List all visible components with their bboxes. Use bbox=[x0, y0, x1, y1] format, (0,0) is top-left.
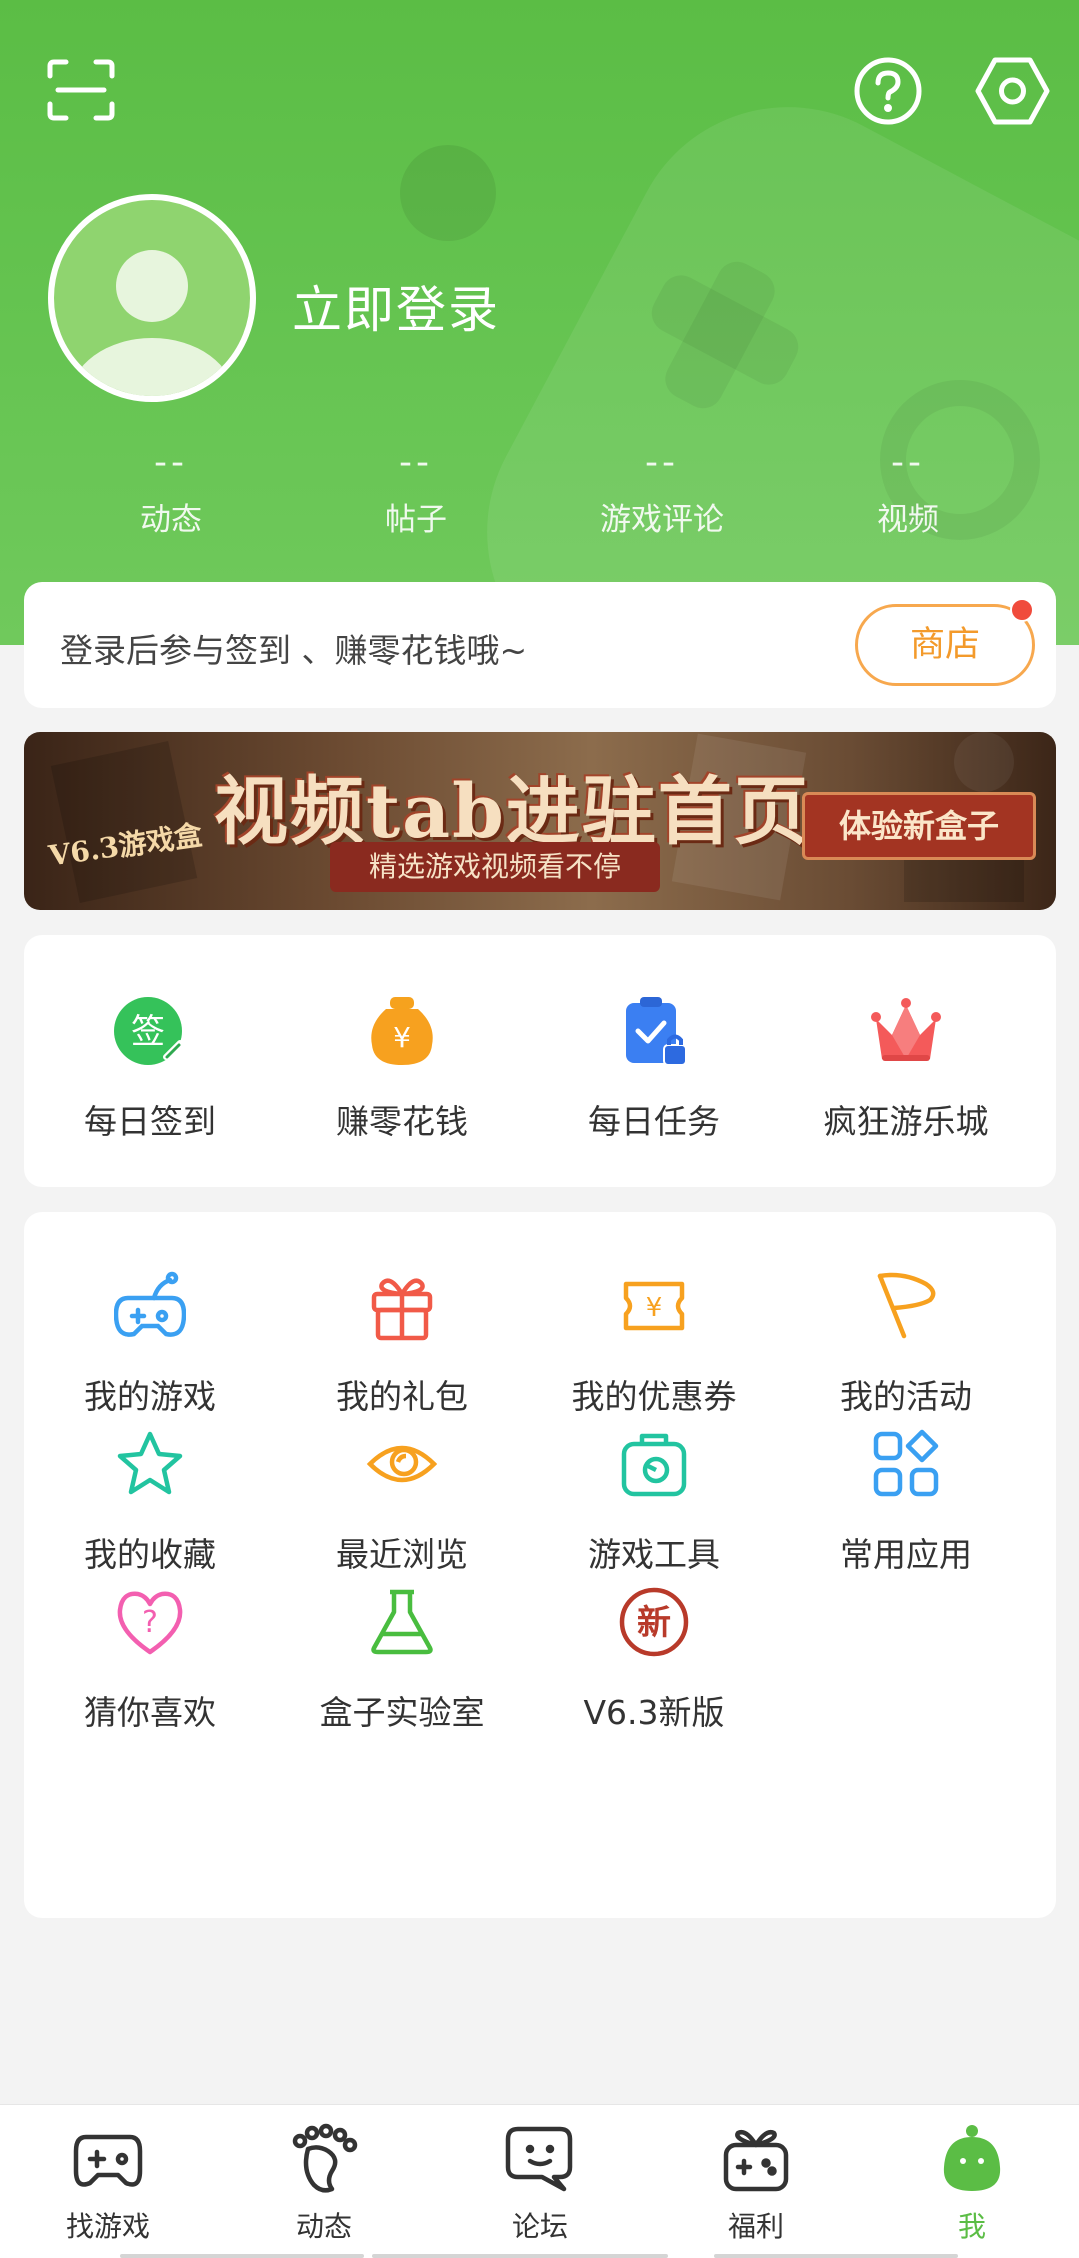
tab-activity[interactable]: 动态 bbox=[216, 2123, 432, 2245]
tab-label: 我 bbox=[957, 2210, 986, 2243]
tab-label: 福利 bbox=[727, 2210, 784, 2243]
heart-question-icon: ? bbox=[117, 1591, 183, 1655]
gamepad-icon bbox=[113, 1271, 187, 1337]
tab-welfare[interactable]: 福利 bbox=[648, 2123, 864, 2245]
menu-label: 我的活动 bbox=[840, 1377, 972, 1416]
stat-value: -- bbox=[891, 442, 925, 483]
gift-gamepad-icon bbox=[723, 2130, 789, 2192]
stat-label: 动态 bbox=[140, 502, 202, 538]
star-icon bbox=[117, 1431, 183, 1495]
new-version-icon: 新 bbox=[619, 1587, 689, 1657]
help-icon[interactable] bbox=[853, 56, 923, 126]
banner-subtitle: 精选游戏视频看不停 bbox=[330, 842, 660, 892]
tab-find-games[interactable]: 找游戏 bbox=[0, 2123, 216, 2245]
header-decoration-ball bbox=[400, 145, 496, 241]
notification-dot bbox=[1010, 598, 1034, 622]
tab-underline bbox=[120, 2254, 364, 2258]
avatar[interactable] bbox=[48, 194, 256, 402]
tab-label: 论坛 bbox=[511, 2210, 568, 2243]
promo-text: 登录后参与签到 、赚零花钱哦~ bbox=[60, 631, 528, 670]
stat-label: 视频 bbox=[877, 502, 939, 538]
apps-grid-icon bbox=[873, 1429, 939, 1497]
menu-my-games[interactable]: 我的游戏 bbox=[24, 1270, 276, 1418]
tab-me[interactable]: 我 bbox=[864, 2123, 1079, 2245]
sign-in-promo-card[interactable]: 登录后参与签到 、赚零花钱哦~ 商店 bbox=[24, 582, 1056, 708]
menu-label: 我的游戏 bbox=[84, 1377, 216, 1416]
quick-action-label: 疯狂游乐城 bbox=[823, 1102, 989, 1141]
svg-text:新: 新 bbox=[637, 1603, 671, 1643]
quick-actions-card: 签 每日签到 ¥ 赚零花钱 每日任务 疯狂游乐城 bbox=[24, 935, 1056, 1187]
scan-icon[interactable] bbox=[46, 58, 116, 122]
quick-action-daily-tasks[interactable]: 每日任务 bbox=[528, 995, 780, 1143]
chat-bubble-icon bbox=[505, 2126, 573, 2192]
tab-underline bbox=[714, 2254, 958, 2258]
menu-my-gifts[interactable]: 我的礼包 bbox=[276, 1270, 528, 1418]
tab-label: 找游戏 bbox=[65, 2210, 150, 2243]
login-button[interactable]: 立即登录 bbox=[292, 270, 500, 342]
menu-box-lab[interactable]: 盒子实验室 bbox=[276, 1586, 528, 1734]
banner-cta-button[interactable]: 体验新盒子 bbox=[802, 792, 1036, 860]
menu-recent-views[interactable]: 最近浏览 bbox=[276, 1428, 528, 1576]
promo-banner[interactable]: V6.3游戏盒 视频tab进驻首页 精选游戏视频看不停 体验新盒子 bbox=[24, 732, 1056, 910]
my-features-card: 我的游戏 我的礼包 ¥ 我的优惠券 我的活动 我的收藏 最近浏览 游戏工具 常用… bbox=[24, 1212, 1056, 1918]
sign-in-icon: 签 bbox=[114, 997, 183, 1065]
menu-my-favorites[interactable]: 我的收藏 bbox=[24, 1428, 276, 1576]
menu-label: 猜你喜欢 bbox=[84, 1693, 216, 1732]
svg-text:签: 签 bbox=[131, 1012, 165, 1052]
money-bag-icon: ¥ bbox=[371, 997, 433, 1065]
settings-icon[interactable] bbox=[975, 56, 1050, 126]
task-clipboard-icon bbox=[626, 997, 687, 1066]
tab-label: 动态 bbox=[295, 2210, 352, 2243]
stat-label: 游戏评论 bbox=[600, 502, 724, 538]
stat-posts-activity[interactable]: -- 动态 bbox=[71, 440, 271, 539]
profile-icon bbox=[943, 2125, 1001, 2191]
menu-label: 我的礼包 bbox=[336, 1377, 468, 1416]
stat-value: -- bbox=[645, 442, 679, 483]
crown-icon bbox=[871, 998, 941, 1061]
profile-header: 立即登录 -- 动态 -- 帖子 -- 游戏评论 -- 视频 bbox=[0, 0, 1079, 645]
menu-label: 我的收藏 bbox=[84, 1535, 216, 1574]
gift-icon bbox=[371, 1278, 433, 1341]
stat-value: -- bbox=[399, 442, 433, 483]
menu-label: 游戏工具 bbox=[588, 1535, 720, 1574]
eye-icon bbox=[366, 1445, 438, 1483]
profile-stats: -- 动态 -- 帖子 -- 游戏评论 -- 视频 bbox=[0, 440, 1079, 550]
footprint-icon bbox=[292, 2123, 358, 2193]
quick-action-label: 每日任务 bbox=[588, 1102, 720, 1141]
tab-forum[interactable]: 论坛 bbox=[432, 2123, 648, 2245]
menu-guess-you-like[interactable]: ? 猜你喜欢 bbox=[24, 1586, 276, 1734]
menu-label: 最近浏览 bbox=[336, 1535, 468, 1574]
menu-game-tools[interactable]: 游戏工具 bbox=[528, 1428, 780, 1576]
shop-button[interactable]: 商店 bbox=[855, 604, 1035, 686]
svg-text:¥: ¥ bbox=[646, 1293, 663, 1323]
flask-icon bbox=[371, 1589, 433, 1655]
quick-action-label: 赚零花钱 bbox=[336, 1102, 468, 1141]
svg-text:?: ? bbox=[142, 1605, 158, 1640]
menu-common-apps[interactable]: 常用应用 bbox=[780, 1428, 1032, 1576]
menu-new-version[interactable]: 新 V6.3新版 bbox=[528, 1586, 780, 1734]
tab-underline bbox=[372, 2254, 668, 2258]
menu-my-coupons[interactable]: ¥ 我的优惠券 bbox=[528, 1270, 780, 1418]
stat-value: -- bbox=[154, 442, 188, 483]
menu-label: 我的优惠券 bbox=[571, 1377, 737, 1416]
svg-text:¥: ¥ bbox=[393, 1021, 411, 1054]
coupon-icon: ¥ bbox=[623, 1281, 685, 1331]
stat-label: 帖子 bbox=[385, 502, 447, 538]
quick-action-earn-money[interactable]: ¥ 赚零花钱 bbox=[276, 995, 528, 1143]
menu-label: V6.3新版 bbox=[583, 1693, 725, 1732]
controller-icon bbox=[73, 2134, 143, 2187]
quick-action-daily-sign-in[interactable]: 签 每日签到 bbox=[24, 995, 276, 1143]
stat-videos[interactable]: -- 视频 bbox=[808, 440, 1008, 539]
quick-action-label: 每日签到 bbox=[84, 1102, 216, 1141]
flag-icon bbox=[877, 1272, 936, 1339]
menu-label: 盒子实验室 bbox=[319, 1693, 485, 1732]
stat-threads[interactable]: -- 帖子 bbox=[316, 440, 516, 539]
quick-action-crazy-park[interactable]: 疯狂游乐城 bbox=[780, 995, 1032, 1143]
menu-my-events[interactable]: 我的活动 bbox=[780, 1270, 1032, 1418]
menu-label: 常用应用 bbox=[840, 1535, 972, 1574]
stat-game-reviews[interactable]: -- 游戏评论 bbox=[562, 440, 762, 539]
toolbox-icon bbox=[621, 1433, 687, 1497]
bottom-tab-bar: 找游戏 动态 论坛 福利 我 bbox=[0, 2104, 1079, 2258]
